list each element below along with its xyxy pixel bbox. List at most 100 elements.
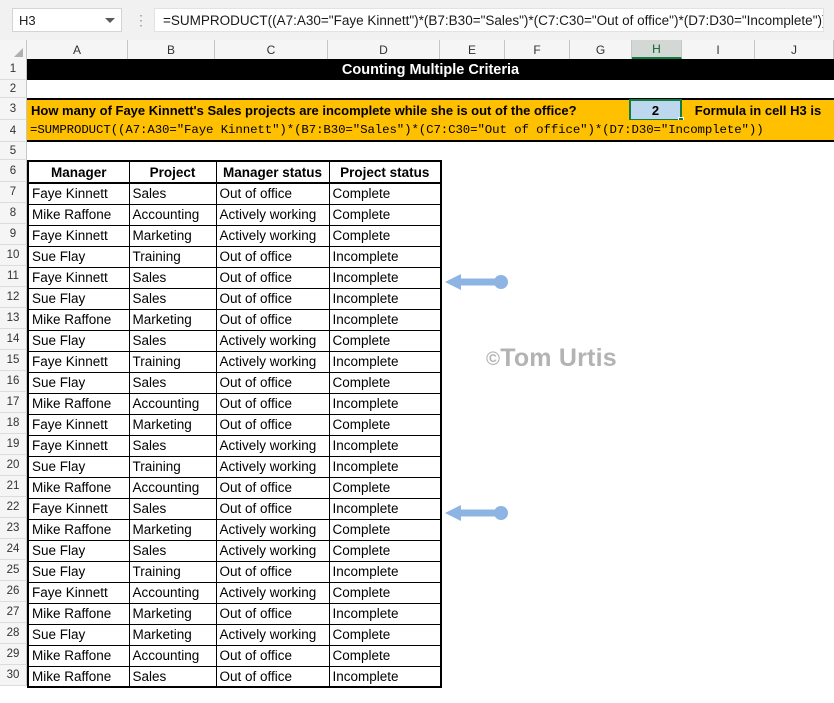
table-cell[interactable]: Complete [329, 645, 441, 666]
table-cell[interactable]: Incomplete [329, 498, 441, 519]
row-header-8[interactable]: 8 [0, 203, 27, 224]
table-cell[interactable]: Out of office [216, 414, 329, 435]
table-cell[interactable]: Incomplete [329, 666, 441, 687]
table-cell[interactable]: Complete [329, 624, 441, 645]
table-cell[interactable]: Complete [329, 204, 441, 225]
table-cell[interactable]: Training [129, 456, 216, 477]
table-cell[interactable]: Actively working [216, 582, 329, 603]
table-cell[interactable]: Accounting [129, 582, 216, 603]
table-cell[interactable]: Out of office [216, 372, 329, 393]
table-cell[interactable]: Actively working [216, 435, 329, 456]
chevron-down-icon[interactable] [105, 18, 115, 23]
row-header-15[interactable]: 15 [0, 350, 27, 371]
table-cell[interactable]: Marketing [129, 519, 216, 540]
row-header-30[interactable]: 30 [0, 665, 27, 686]
table-cell[interactable]: Out of office [216, 498, 329, 519]
table-cell[interactable]: Training [129, 561, 216, 582]
row-header-21[interactable]: 21 [0, 476, 27, 497]
table-cell[interactable]: Faye Kinnett [28, 414, 129, 435]
row-header-23[interactable]: 23 [0, 518, 27, 539]
table-cell[interactable]: Complete [329, 414, 441, 435]
table-cell[interactable]: Sales [129, 435, 216, 456]
column-header-c[interactable]: C [215, 40, 328, 59]
column-header-j[interactable]: J [755, 40, 834, 59]
table-cell[interactable]: Sue Flay [28, 288, 129, 309]
table-cell[interactable]: Mike Raffone [28, 393, 129, 414]
table-cell[interactable]: Sue Flay [28, 561, 129, 582]
table-cell[interactable]: Incomplete [329, 435, 441, 456]
formula-input[interactable]: =SUMPRODUCT((A7:A30="Faye Kinnett")*(B7:… [154, 8, 824, 32]
table-cell[interactable]: Mike Raffone [28, 645, 129, 666]
table-cell[interactable]: Complete [329, 477, 441, 498]
table-cell[interactable]: Actively working [216, 624, 329, 645]
table-cell[interactable]: Incomplete [329, 288, 441, 309]
select-all-corner-button[interactable] [0, 40, 27, 59]
table-cell[interactable]: Complete [329, 330, 441, 351]
table-cell[interactable]: Incomplete [329, 351, 441, 372]
table-cell[interactable]: Mike Raffone [28, 666, 129, 687]
table-cell[interactable]: Actively working [216, 330, 329, 351]
row-header-27[interactable]: 27 [0, 602, 27, 623]
table-cell[interactable]: Sales [129, 540, 216, 561]
column-header-g[interactable]: G [570, 40, 632, 59]
table-cell[interactable]: Out of office [216, 645, 329, 666]
table-cell[interactable]: Out of office [216, 183, 329, 204]
table-cell[interactable]: Mike Raffone [28, 603, 129, 624]
row-header-17[interactable]: 17 [0, 392, 27, 413]
column-header-i[interactable]: I [682, 40, 755, 59]
table-cell[interactable]: Incomplete [329, 603, 441, 624]
row-header-28[interactable]: 28 [0, 623, 27, 644]
table-cell[interactable]: Incomplete [329, 561, 441, 582]
table-cell[interactable]: Faye Kinnett [28, 183, 129, 204]
table-cell[interactable]: Incomplete [329, 267, 441, 288]
row-header-4[interactable]: 4 [0, 120, 27, 142]
name-box[interactable]: H3 [12, 8, 122, 32]
table-cell[interactable]: Complete [329, 519, 441, 540]
table-cell[interactable]: Sue Flay [28, 330, 129, 351]
table-cell[interactable]: Marketing [129, 624, 216, 645]
row-header-20[interactable]: 20 [0, 455, 27, 476]
table-cell[interactable]: Actively working [216, 540, 329, 561]
row-header-13[interactable]: 13 [0, 308, 27, 329]
table-cell[interactable]: Marketing [129, 603, 216, 624]
row-header-5[interactable]: 5 [0, 142, 27, 160]
table-cell[interactable]: Actively working [216, 204, 329, 225]
table-cell[interactable]: Out of office [216, 561, 329, 582]
table-cell[interactable]: Sales [129, 372, 216, 393]
row-header-14[interactable]: 14 [0, 329, 27, 350]
table-cell[interactable]: Faye Kinnett [28, 351, 129, 372]
table-cell[interactable]: Incomplete [329, 393, 441, 414]
row-header-19[interactable]: 19 [0, 434, 27, 455]
table-cell[interactable]: Accounting [129, 393, 216, 414]
table-cell[interactable]: Out of office [216, 288, 329, 309]
table-cell[interactable]: Complete [329, 183, 441, 204]
table-cell[interactable]: Mike Raffone [28, 477, 129, 498]
table-cell[interactable]: Sales [129, 288, 216, 309]
table-cell[interactable]: Out of office [216, 477, 329, 498]
table-cell[interactable]: Training [129, 351, 216, 372]
row-header-10[interactable]: 10 [0, 245, 27, 266]
table-cell[interactable]: Sales [129, 267, 216, 288]
row-header-24[interactable]: 24 [0, 539, 27, 560]
table-cell[interactable]: Actively working [216, 351, 329, 372]
table-cell[interactable]: Sue Flay [28, 540, 129, 561]
row-header-7[interactable]: 7 [0, 182, 27, 203]
table-cell[interactable]: Mike Raffone [28, 309, 129, 330]
table-cell[interactable]: Complete [329, 540, 441, 561]
column-header-a[interactable]: A [27, 40, 128, 59]
table-cell[interactable]: Faye Kinnett [28, 225, 129, 246]
column-header-d[interactable]: D [328, 40, 440, 59]
column-header-b[interactable]: B [128, 40, 215, 59]
table-cell[interactable]: Out of office [216, 603, 329, 624]
table-cell[interactable]: Incomplete [329, 309, 441, 330]
row-header-3[interactable]: 3 [0, 98, 27, 120]
table-cell[interactable]: Incomplete [329, 246, 441, 267]
table-cell[interactable]: Accounting [129, 204, 216, 225]
table-cell[interactable]: Training [129, 246, 216, 267]
table-cell[interactable]: Marketing [129, 309, 216, 330]
table-cell[interactable]: Complete [329, 582, 441, 603]
table-cell[interactable]: Complete [329, 372, 441, 393]
row-header-18[interactable]: 18 [0, 413, 27, 434]
table-cell[interactable]: Sales [129, 330, 216, 351]
table-cell[interactable]: Out of office [216, 666, 329, 687]
